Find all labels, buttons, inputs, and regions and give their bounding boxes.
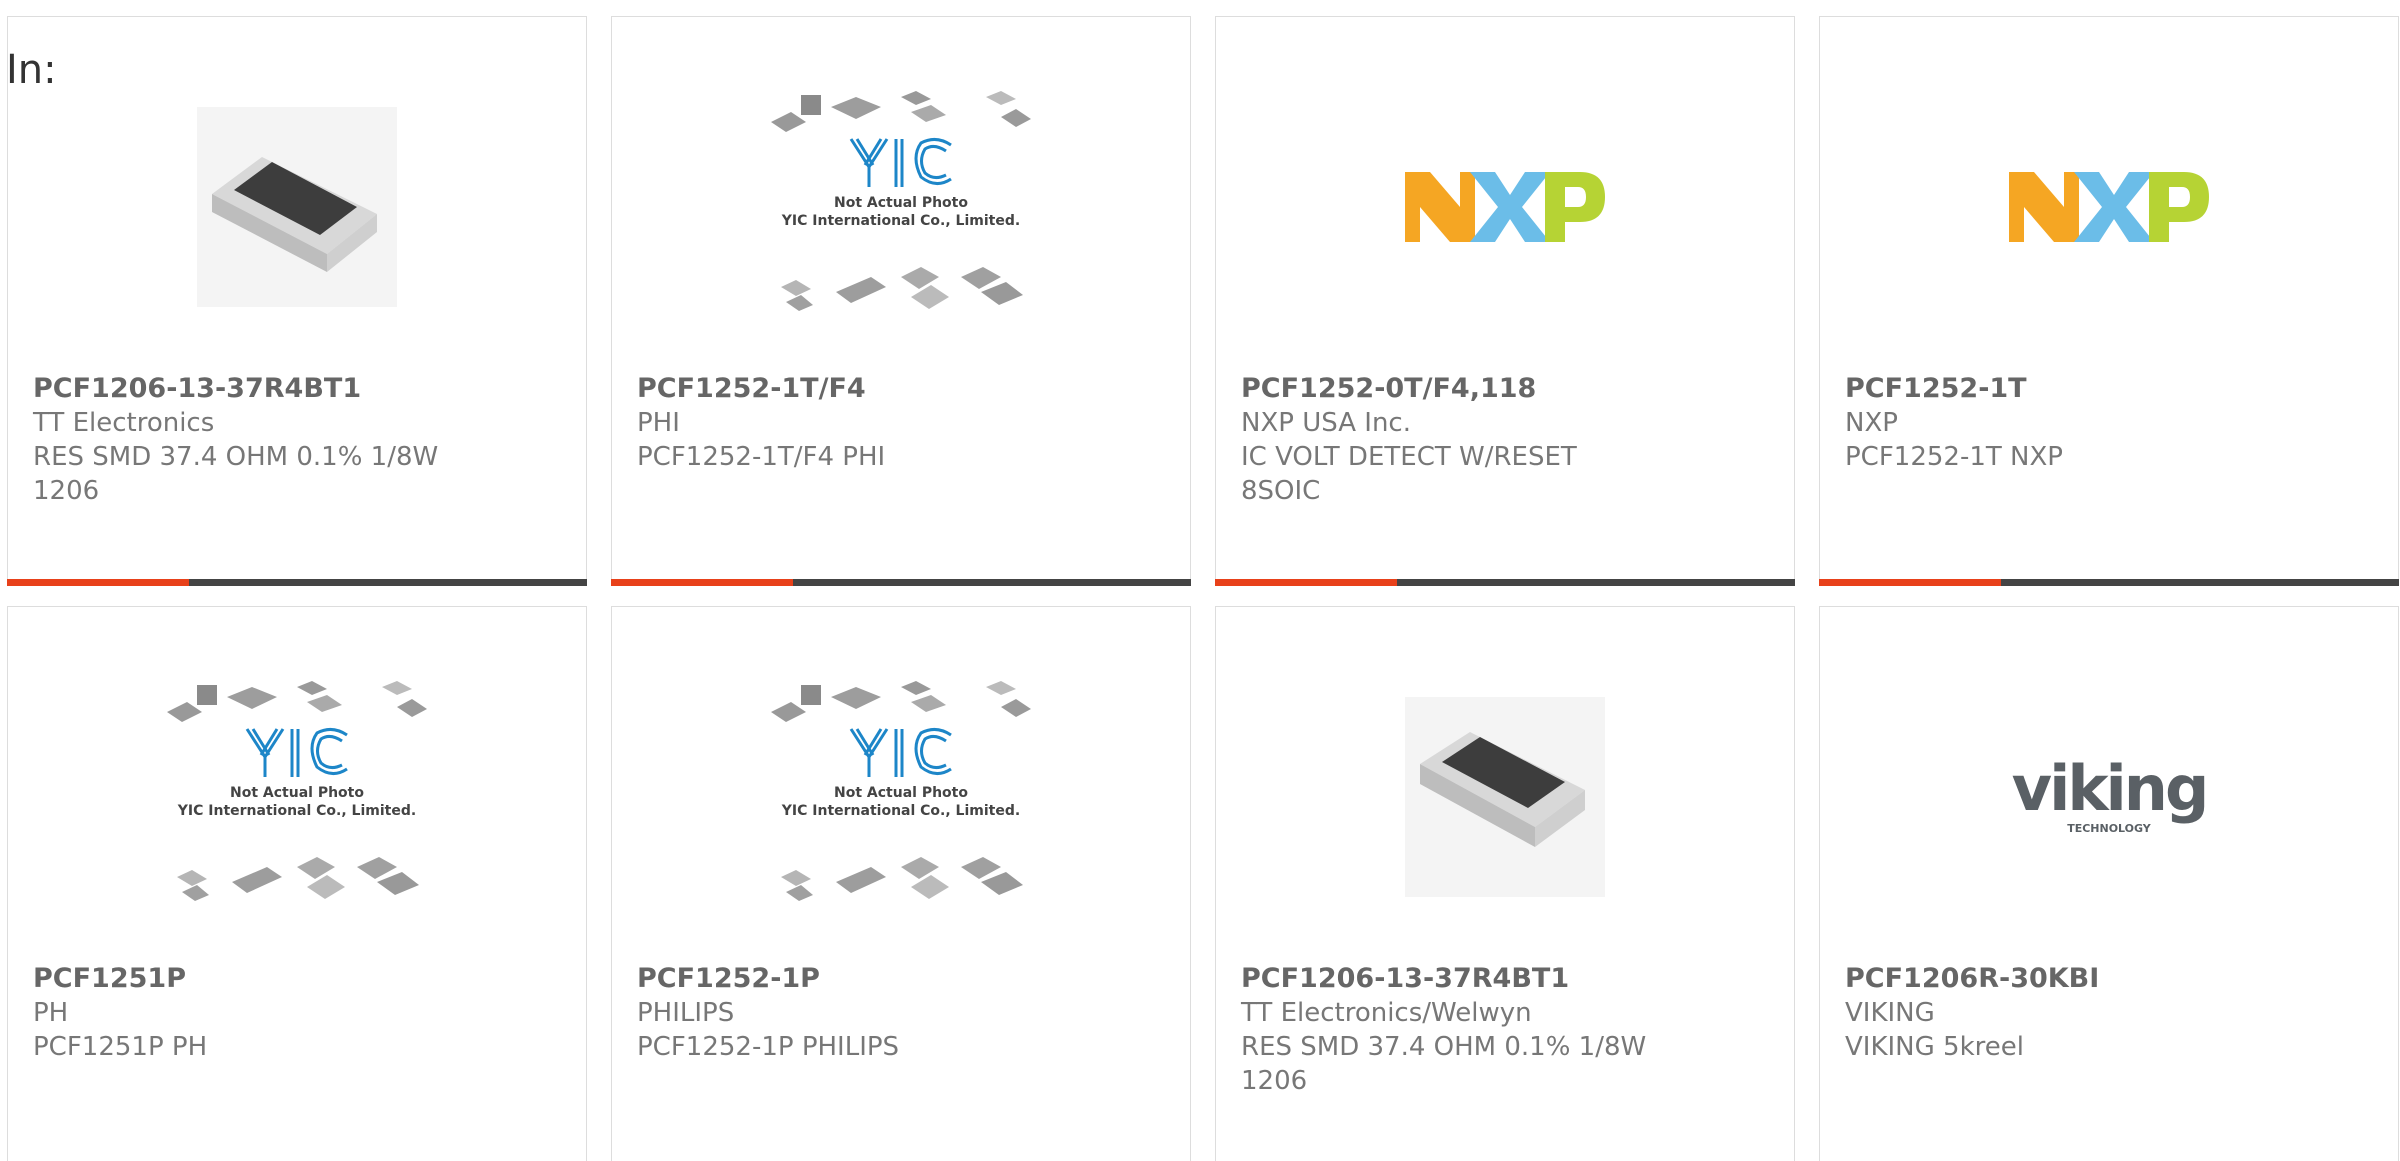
yic-note-line1: Not Actual Photo: [834, 785, 968, 801]
card-accent-bar: [1215, 579, 1795, 586]
viking-logo-icon: viking TECHNOLOGY: [2012, 752, 2210, 835]
part-number[interactable]: PCF1252-1T: [1845, 372, 2365, 406]
card-accent-bar: [611, 579, 1191, 586]
description: RES SMD 37.4 OHM 0.1% 1/8W: [1241, 1032, 1647, 1062]
description: PCF1252-1T/F4 PHI: [637, 442, 886, 472]
nxp-logo-icon: [1405, 172, 1605, 242]
description: IC VOLT DETECT W/RESET: [1241, 442, 1577, 472]
manufacturer: TT Electronics/Welwyn: [1241, 998, 1532, 1028]
yic-logo-icon: [849, 138, 952, 187]
product-card[interactable]: Not Actual Photo YIC International Co., …: [611, 16, 1191, 586]
manufacturer: TT Electronics: [33, 408, 215, 438]
yic-logo-icon: [245, 728, 348, 777]
product-card[interactable]: PCF1252-1T NXP PCF1252-1T NXP: [1819, 16, 2399, 586]
yic-placeholder-image: Not Actual Photo YIC International Co., …: [771, 681, 1031, 901]
product-card[interactable]: PCF1206-13-37R4BT1 TT Electronics/Welwyn…: [1215, 606, 1795, 1161]
yic-logo-icon: [849, 728, 952, 777]
product-card[interactable]: Not Actual Photo YIC International Co., …: [7, 606, 587, 1161]
product-grid: PCF1206-13-37R4BT1 TT Electronics RES SM…: [0, 0, 2400, 1161]
part-number[interactable]: PCF1206-13-37R4BT1: [33, 372, 553, 406]
description: PCF1251P PH: [33, 1032, 208, 1062]
yic-note-line1: Not Actual Photo: [230, 785, 364, 801]
yic-note-line2: YIC International Co., Limited.: [177, 803, 416, 819]
part-number[interactable]: PCF1206R-30KBI: [1845, 962, 2365, 996]
product-card[interactable]: PCF1206-13-37R4BT1 TT Electronics RES SM…: [7, 16, 587, 586]
yic-placeholder-image: Not Actual Photo YIC International Co., …: [167, 681, 427, 901]
description: RES SMD 37.4 OHM 0.1% 1/8W: [33, 442, 439, 472]
product-card[interactable]: Not Actual Photo YIC International Co., …: [611, 606, 1191, 1161]
in-label: In:: [6, 47, 57, 93]
nxp-logo-icon: [2009, 172, 2209, 242]
card-accent-bar: [1819, 579, 2399, 586]
product-image[interactable]: [1216, 57, 1794, 357]
yic-note-line2: YIC International Co., Limited.: [781, 803, 1020, 819]
product-image[interactable]: [8, 57, 586, 357]
description-2: 1206: [33, 476, 100, 506]
description: VIKING 5kreel: [1845, 1032, 2024, 1062]
resistor-chip-image: [197, 107, 397, 307]
manufacturer: PHI: [637, 408, 680, 438]
yic-note-line1: Not Actual Photo: [834, 195, 968, 211]
product-image[interactable]: [1820, 57, 2398, 357]
yic-placeholder-image: Not Actual Photo YIC International Co., …: [771, 91, 1031, 311]
manufacturer: NXP: [1845, 408, 1898, 438]
description-2: 1206: [1241, 1066, 1308, 1096]
description: PCF1252-1P PHILIPS: [637, 1032, 900, 1062]
yic-note-line2: YIC International Co., Limited.: [781, 213, 1020, 229]
product-image[interactable]: viking TECHNOLOGY: [1820, 647, 2398, 947]
manufacturer: PH: [33, 998, 69, 1028]
manufacturer: PHILIPS: [637, 998, 735, 1028]
product-image[interactable]: Not Actual Photo YIC International Co., …: [8, 647, 586, 947]
part-number[interactable]: PCF1206-13-37R4BT1: [1241, 962, 1761, 996]
resistor-chip-image: [1405, 697, 1605, 897]
viking-logo-text: viking: [2012, 752, 2207, 825]
part-number[interactable]: PCF1252-1T/F4: [637, 372, 1157, 406]
viking-tagline: TECHNOLOGY: [2067, 822, 2152, 835]
product-image[interactable]: [1216, 647, 1794, 947]
product-card[interactable]: PCF1252-0T/F4,118 NXP USA Inc. IC VOLT D…: [1215, 16, 1795, 586]
part-number[interactable]: PCF1252-1P: [637, 962, 1157, 996]
product-image[interactable]: Not Actual Photo YIC International Co., …: [612, 57, 1190, 357]
manufacturer: NXP USA Inc.: [1241, 408, 1411, 438]
product-image[interactable]: Not Actual Photo YIC International Co., …: [612, 647, 1190, 947]
description-2: 8SOIC: [1241, 476, 1321, 506]
card-accent-bar: [7, 579, 587, 586]
description: PCF1252-1T NXP: [1845, 442, 2063, 472]
part-number[interactable]: PCF1251P: [33, 962, 553, 996]
manufacturer: VIKING: [1845, 998, 1935, 1028]
part-number[interactable]: PCF1252-0T/F4,118: [1241, 372, 1761, 406]
product-card[interactable]: viking TECHNOLOGY PCF1206R-30KBI VIKING …: [1819, 606, 2399, 1161]
